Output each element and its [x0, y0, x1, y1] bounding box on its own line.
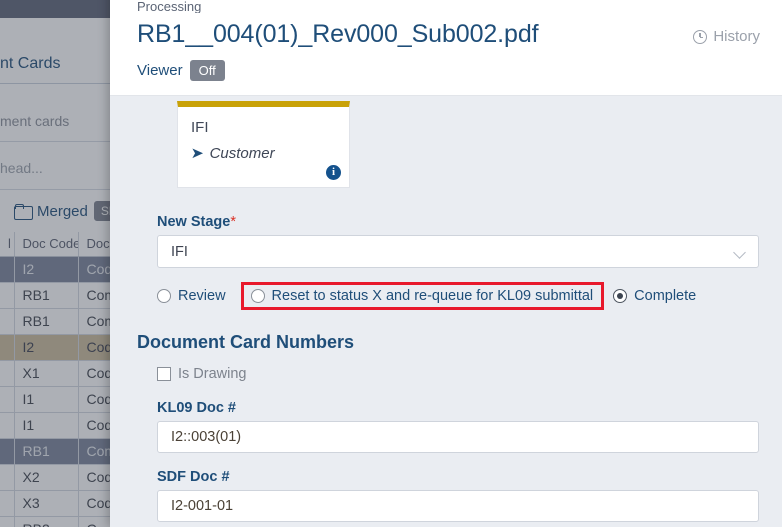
- sdf-doc-label: SDF Doc #: [157, 469, 230, 485]
- cell-doc-code: X3: [14, 490, 79, 517]
- cell-doc-code: X2: [14, 464, 79, 491]
- cell-index: [0, 308, 15, 335]
- cell-index: [0, 438, 15, 465]
- cell-index: [0, 386, 15, 413]
- document-card-numbers-heading: Document Card Numbers: [137, 332, 355, 352]
- new-stage-select[interactable]: IFI: [157, 235, 759, 268]
- cell-index: [0, 334, 15, 361]
- radio-label: Review: [178, 288, 226, 304]
- history-label: History: [713, 28, 760, 45]
- cell-doc-code: I1: [14, 386, 79, 413]
- cell-index: [0, 282, 15, 309]
- sdf-doc-group: SDF Doc # I2-001-01: [157, 469, 760, 522]
- stage-card[interactable]: IFI ➤ Customer i: [177, 101, 350, 188]
- folder-icon: [14, 204, 33, 220]
- new-stage-value: IFI: [171, 243, 188, 260]
- screen-root: nt Cards O ment cards head... Merged Sho…: [0, 0, 782, 527]
- action-radio-group: Review Reset to status X and re-queue fo…: [157, 282, 760, 310]
- cell-doc-code: I1: [14, 412, 79, 439]
- radio-label: Reset to status X and re-queue for KL09 …: [271, 288, 594, 304]
- radio-option-reset-requeue[interactable]: Reset to status X and re-queue for KL09 …: [250, 288, 594, 304]
- cell-index: [0, 490, 15, 517]
- column-header-index[interactable]: l: [0, 232, 15, 257]
- clock-icon: [693, 29, 708, 44]
- kl09-doc-group: KL09 Doc # I2::003(01): [157, 400, 760, 453]
- merged-button[interactable]: Merged: [37, 203, 88, 220]
- radio-option-complete[interactable]: Complete: [613, 288, 696, 304]
- modal-header: Processing RB1__004(01)_Rev000_Sub002.pd…: [110, 0, 782, 96]
- new-stage-label-text: New Stage: [157, 214, 231, 230]
- cell-index: [0, 360, 15, 387]
- kl09-doc-input[interactable]: I2::003(01): [157, 421, 759, 453]
- cell-doc-code: I2: [14, 334, 79, 361]
- radio-indicator: [250, 289, 265, 303]
- cell-doc-code: RB1: [14, 308, 79, 335]
- cell-index: [0, 464, 15, 491]
- arrow-right-icon: ➤: [190, 145, 204, 162]
- page-title: RB1__004(01)_Rev000_Sub002.pdf: [137, 20, 539, 48]
- chevron-down-icon: [733, 246, 746, 259]
- is-drawing-label: Is Drawing: [178, 366, 247, 382]
- background-subtitle: ment cards: [0, 112, 70, 129]
- stage-card-party-row: ➤ Customer: [191, 145, 336, 162]
- new-stage-label: New Stage*: [157, 214, 760, 230]
- breadcrumb: Processing: [137, 0, 202, 13]
- cell-index: [0, 412, 15, 439]
- sdf-doc-input[interactable]: I2-001-01: [157, 490, 759, 522]
- background-page-title: nt Cards: [0, 54, 61, 72]
- cell-index: [0, 516, 15, 527]
- radio-label: Complete: [634, 288, 697, 304]
- cell-doc-code: I2: [14, 256, 79, 283]
- processing-modal: Processing RB1__004(01)_Rev000_Sub002.pd…: [110, 0, 782, 527]
- info-icon[interactable]: i: [326, 165, 341, 180]
- stage-card-party: Customer: [209, 145, 275, 162]
- cell-index: [0, 256, 15, 283]
- cell-doc-code: RB2: [14, 516, 79, 527]
- cell-doc-code: RB1: [14, 438, 79, 465]
- viewer-label: Viewer: [137, 62, 183, 79]
- cell-doc-code: RB1: [14, 282, 79, 309]
- cell-doc-code: X1: [14, 360, 79, 387]
- radio-option-review[interactable]: Review: [157, 288, 226, 304]
- background-search-input[interactable]: head...: [0, 160, 43, 176]
- kl09-doc-label: KL09 Doc #: [157, 400, 236, 416]
- stage-card-name: IFI: [191, 119, 209, 136]
- checkbox-indicator: [157, 367, 171, 381]
- viewer-toggle-row[interactable]: Viewer Off: [137, 60, 760, 81]
- modal-body: IFI ➤ Customer i New Stage* IFI Review R…: [110, 96, 782, 527]
- radio-indicator: [613, 289, 628, 303]
- radio-indicator: [157, 289, 171, 303]
- highlight-annotation: Reset to status X and re-queue for KL09 …: [240, 282, 605, 310]
- new-stage-group: New Stage* IFI: [157, 214, 760, 268]
- required-marker: *: [230, 214, 236, 230]
- viewer-state-badge[interactable]: Off: [189, 60, 225, 81]
- column-header-doc-code[interactable]: Doc Code: [14, 232, 79, 257]
- history-link[interactable]: History: [693, 28, 760, 45]
- is-drawing-checkbox-row[interactable]: Is Drawing: [157, 366, 760, 382]
